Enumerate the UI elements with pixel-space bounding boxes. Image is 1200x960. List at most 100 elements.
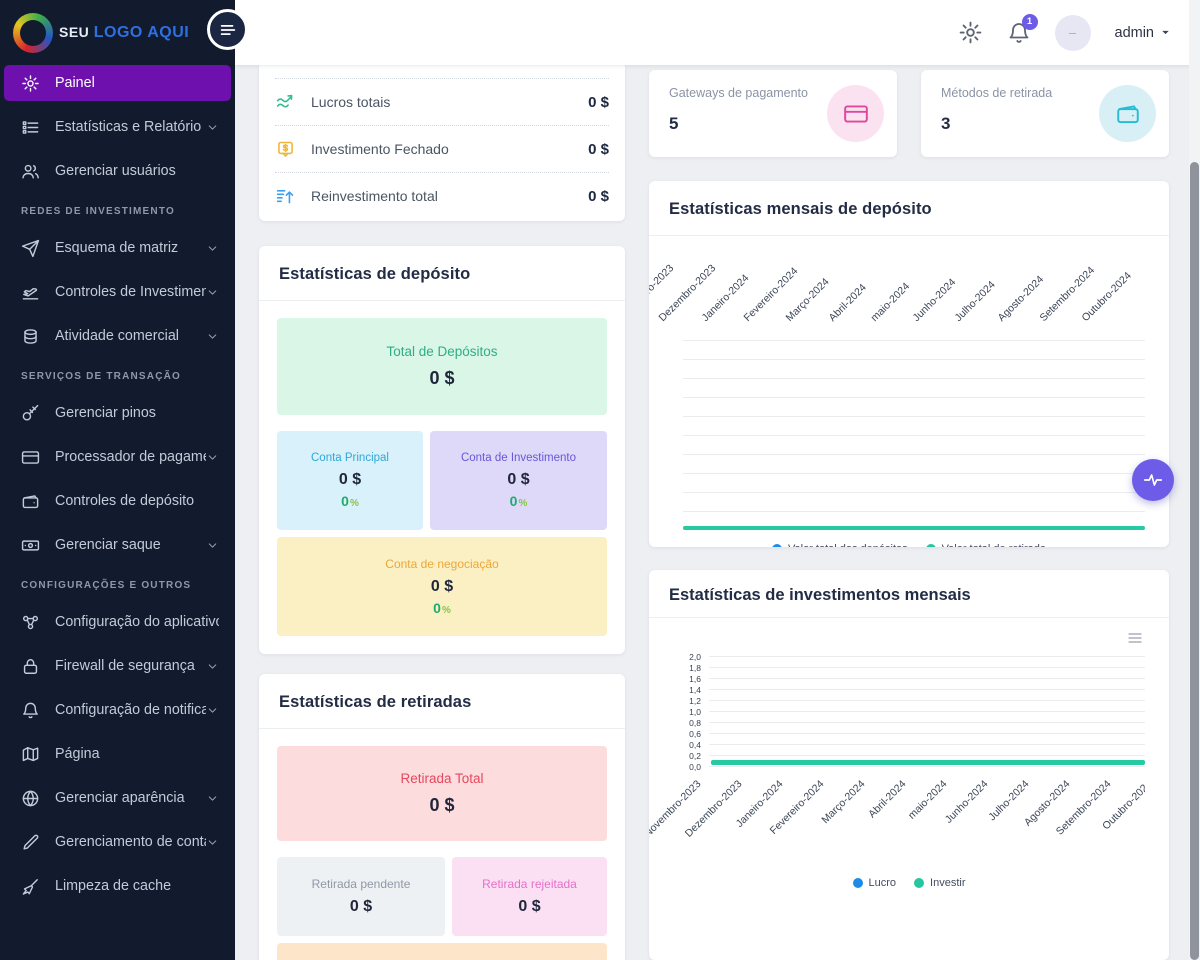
- total-withdraw-value: 0 $: [429, 795, 454, 816]
- legend-item[interactable]: Valor total de retirada: [926, 543, 1046, 547]
- stat-row: Reinvestimento total 0 $: [275, 172, 609, 219]
- sidebar-item-pen[interactable]: Gerenciamento de contatos: [4, 824, 231, 860]
- gridline: [683, 511, 1145, 512]
- chevron-down-icon: [206, 451, 219, 464]
- main-account-label: Conta Principal: [311, 452, 389, 464]
- sidebar-item-globe[interactable]: Gerenciar aparência: [4, 780, 231, 816]
- withdraw-methods-card: Métodos de retirada 3: [921, 70, 1169, 157]
- investment-chart-card: Estatísticas de investimentos mensais 2,…: [649, 570, 1169, 960]
- chart-menu-icon[interactable]: [649, 630, 1145, 646]
- users-icon: [21, 161, 42, 181]
- legend-dot-icon: [772, 544, 782, 547]
- gateways-card: Gateways de pagamento 5: [649, 70, 897, 157]
- credit-card-icon: [827, 85, 884, 142]
- rejected-withdraw-value: 0 $: [518, 898, 540, 916]
- main-area: 1 – admin Lucros totais 0 $ Investimento F…: [235, 0, 1200, 960]
- sidebar-item-nodes[interactable]: Configuração do aplicativo: [4, 604, 231, 640]
- gridline: [683, 416, 1145, 417]
- rejected-withdraw-label: Retirada rejeitada: [482, 877, 577, 891]
- y-tick-label: 1,2: [673, 696, 701, 706]
- chart-plot: 2,01,81,61,41,21,00,80,60,40,20,0: [673, 652, 1145, 774]
- legend-item[interactable]: Lucro: [853, 877, 897, 889]
- sidebar-item-label: Configuração do aplicativo: [55, 614, 219, 630]
- scrollbar-thumb[interactable]: [1190, 162, 1199, 960]
- right-column: Gateways de pagamento 5 Métodos de retir…: [649, 65, 1169, 960]
- legend-label: Investir: [930, 877, 965, 889]
- investment-account-value: 0 $: [507, 471, 529, 489]
- trading-account-value: 0 $: [431, 578, 453, 596]
- logo[interactable]: SEU LOGO AQUI: [0, 0, 235, 65]
- total-withdraw-box: Retirada Total 0 $: [277, 746, 607, 841]
- notifications-bell-icon[interactable]: 1: [1007, 21, 1031, 45]
- sidebar-item-key[interactable]: Gerenciar pinos: [4, 395, 231, 431]
- total-deposits-label: Total de Depósitos: [386, 344, 497, 359]
- wallet-icon: [21, 491, 42, 511]
- user-name: admin: [1115, 25, 1155, 41]
- sidebar-item-lock[interactable]: Firewall de segurança: [4, 648, 231, 684]
- sidebar-toggle-button[interactable]: [207, 9, 248, 50]
- logo-seu: SEU: [59, 24, 89, 40]
- logo-icon: [13, 13, 53, 53]
- withdraw-card-title: Estatísticas de retiradas: [279, 693, 605, 712]
- pulse-icon: [1142, 469, 1164, 491]
- gridline: [709, 667, 1145, 668]
- gridline: [709, 744, 1145, 745]
- stat-label: Reinvestimento total: [311, 188, 438, 204]
- topbar: 1 – admin: [235, 0, 1200, 65]
- avatar[interactable]: –: [1055, 15, 1091, 51]
- sidebar-item-map[interactable]: Página: [4, 736, 231, 772]
- legend-item[interactable]: Investir: [914, 877, 965, 889]
- gridline: [683, 340, 1145, 341]
- notification-badge: 1: [1022, 14, 1038, 30]
- sidebar-item-cash[interactable]: Gerenciar saque: [4, 527, 231, 563]
- gear-icon: [21, 73, 42, 93]
- settings-gear-icon[interactable]: [958, 20, 983, 45]
- scrollbar-track: [1189, 0, 1200, 960]
- sidebar-item-broom[interactable]: Limpeza de cache: [4, 868, 231, 904]
- sidebar-item-label: Limpeza de cache: [55, 878, 171, 894]
- deposit-card-title: Estatísticas de depósito: [279, 265, 605, 284]
- caret-down-icon: [1159, 26, 1172, 39]
- user-menu[interactable]: admin: [1115, 25, 1173, 41]
- logo-text: SEU LOGO AQUI: [59, 24, 189, 42]
- x-axis-labels: Novembro-2023Dezembro-2023Janeiro-2024Fe…: [649, 236, 1169, 336]
- gridline: [709, 689, 1145, 690]
- x-tick-label: Junho-2024: [943, 778, 991, 826]
- x-tick-label: Julho-2024: [953, 279, 998, 324]
- sidebar-item-label: Esquema de matriz: [55, 240, 178, 256]
- y-tick-label: 1,8: [673, 663, 701, 673]
- pending-withdraw-box: Retirada pendente 0 $: [277, 857, 445, 936]
- y-tick-label: 1,4: [673, 685, 701, 695]
- x-tick-label: maio-2024: [906, 778, 950, 822]
- legend-item[interactable]: Valor total dos depósitos: [772, 543, 908, 547]
- stat-value: 0 $: [588, 188, 609, 205]
- chevron-down-icon: [206, 330, 219, 343]
- stat-label: Lucros totais: [311, 94, 390, 110]
- sidebar-item-gear[interactable]: Painel: [4, 65, 231, 101]
- sidebar-item-plane[interactable]: Controles de Investimento: [4, 274, 231, 310]
- gridline: [683, 359, 1145, 360]
- sidebar-item-label: Atividade comercial: [55, 328, 179, 344]
- send-icon: [21, 238, 42, 258]
- chart-legend: Valor total dos depósitos Valor total de …: [649, 543, 1169, 547]
- gridline: [709, 766, 1145, 767]
- gridline: [683, 492, 1145, 493]
- sidebar-item-users[interactable]: Gerenciar usuários: [4, 153, 231, 189]
- sidebar-item-coins[interactable]: Atividade comercial: [4, 318, 231, 354]
- sidebar-item-bell[interactable]: Configuração de notificação: [4, 692, 231, 728]
- sidebar-item-label: Gerenciar usuários: [55, 163, 176, 179]
- stat-row: Investimento Fechado0 $: [275, 125, 609, 172]
- pending-withdraw-label: Retirada pendente: [312, 877, 411, 891]
- sidebar-item-send[interactable]: Esquema de matriz: [4, 230, 231, 266]
- gridline: [683, 378, 1145, 379]
- y-tick-label: 0,0: [673, 762, 701, 772]
- sidebar-item-list[interactable]: Estatísticas e Relatório: [4, 109, 231, 145]
- series-line-investir: [711, 760, 1145, 765]
- sidebar-item-credit-card[interactable]: Processador de pagamento: [4, 439, 231, 475]
- activity-fab-button[interactable]: [1132, 459, 1174, 501]
- x-tick-label: Abril-2024: [866, 778, 908, 820]
- chart-gridlines: [683, 340, 1145, 512]
- sidebar-item-wallet[interactable]: Controles de depósito: [4, 483, 231, 519]
- chevron-down-icon: [206, 286, 219, 299]
- sidebar: SEU LOGO AQUI Painel Estatísticas e Relat…: [0, 0, 235, 960]
